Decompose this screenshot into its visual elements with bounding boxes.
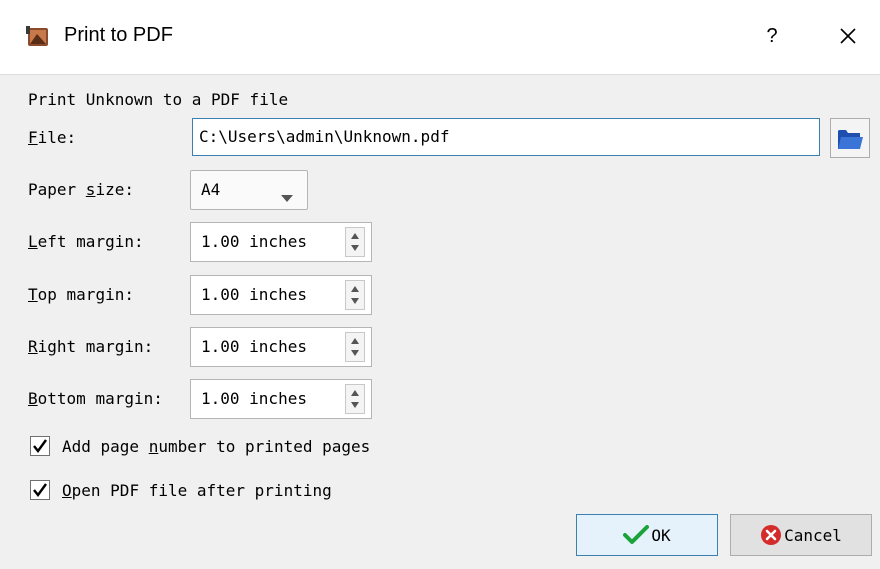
page-number-label[interactable]: Add page number to printed pages — [62, 437, 370, 456]
title-bar: Print to PDF ? — [0, 0, 880, 75]
spin-up-icon — [351, 390, 359, 396]
file-path-input[interactable]: C:\Users\admin\Unknown.pdf — [192, 118, 820, 156]
ok-label: OK — [651, 525, 671, 545]
spin-up-icon — [351, 286, 359, 292]
dialog-heading: Print Unknown to a PDF file — [28, 90, 289, 109]
spin-buttons[interactable] — [345, 332, 365, 362]
right-margin-spinbox[interactable]: 1.00 inches — [190, 327, 372, 367]
paper-size-value: A4 — [201, 180, 221, 199]
browse-button[interactable] — [830, 118, 870, 158]
top-margin-label: Top margin: — [28, 285, 134, 304]
top-margin-value: 1.00 inches — [201, 285, 307, 304]
chevron-down-icon — [281, 187, 293, 206]
ok-button[interactable]: OK — [576, 514, 718, 556]
checkmark-icon — [33, 483, 47, 497]
spin-up-icon — [351, 338, 359, 344]
left-margin-label: Left margin: — [28, 232, 144, 251]
left-margin-value: 1.00 inches — [201, 232, 307, 251]
checkmark-icon — [623, 525, 650, 544]
open-after-printing-checkbox[interactable] — [30, 480, 50, 500]
spin-down-icon — [351, 298, 359, 304]
window-title: Print to PDF — [64, 24, 173, 46]
open-after-printing-label[interactable]: Open PDF file after printing — [62, 481, 332, 500]
cancel-label: Cancel — [784, 525, 842, 545]
bottom-margin-value: 1.00 inches — [201, 389, 307, 408]
cancel-button[interactable]: Cancel — [730, 514, 872, 556]
page-number-checkbox[interactable] — [30, 436, 50, 456]
left-margin-spinbox[interactable]: 1.00 inches — [190, 222, 372, 262]
spin-buttons[interactable] — [345, 384, 365, 414]
top-margin-spinbox[interactable]: 1.00 inches — [190, 275, 372, 315]
spin-buttons[interactable] — [345, 227, 365, 257]
spin-down-icon — [351, 350, 359, 356]
help-button[interactable]: ? — [752, 16, 792, 56]
file-label: File: — [28, 128, 77, 147]
folder-open-icon — [838, 127, 863, 149]
spin-up-icon — [351, 233, 359, 239]
spin-buttons[interactable] — [345, 280, 365, 310]
close-icon — [840, 28, 856, 44]
bottom-margin-spinbox[interactable]: 1.00 inches — [190, 379, 372, 419]
checkmark-icon — [33, 439, 47, 453]
spin-down-icon — [351, 245, 359, 251]
app-icon — [26, 26, 52, 48]
spin-down-icon — [351, 402, 359, 408]
paper-size-label: Paper size: — [28, 180, 134, 199]
paper-size-select[interactable]: A4 — [190, 170, 308, 210]
bottom-margin-label: Bottom margin: — [28, 389, 163, 408]
right-margin-value: 1.00 inches — [201, 337, 307, 356]
cancel-icon — [761, 525, 782, 545]
right-margin-label: Right margin: — [28, 337, 154, 356]
close-button[interactable] — [828, 16, 868, 56]
